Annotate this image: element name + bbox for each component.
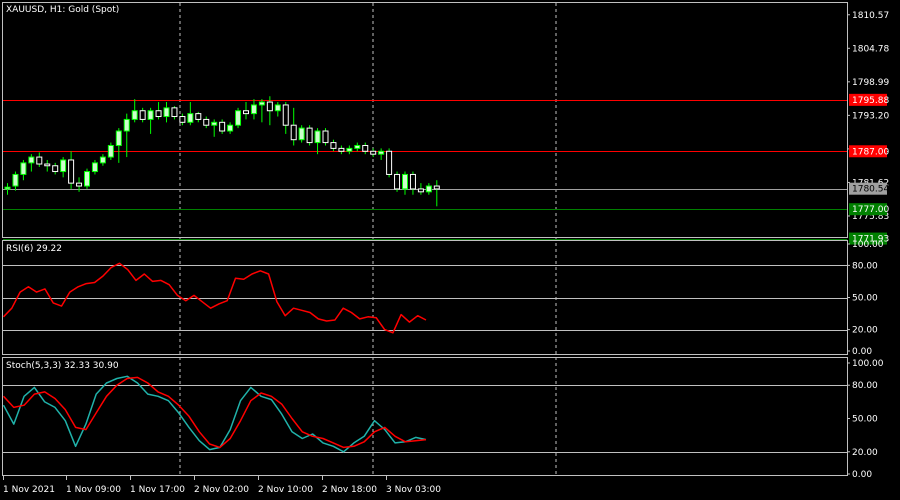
bear-candle — [282, 104, 289, 126]
bull-candle — [235, 110, 242, 126]
x-tick-label: 2 Nov 02:00 — [194, 485, 249, 495]
bear-candle — [290, 124, 297, 141]
bull-candle — [378, 150, 385, 155]
bull-candle — [60, 159, 67, 173]
grid-layer — [3, 3, 847, 474]
bull-candle — [163, 107, 170, 118]
bear-candle — [330, 142, 337, 149]
bear-candle — [409, 173, 416, 190]
stoch-tick-label: 50.00 — [852, 415, 878, 425]
stoch-tick-label: 20.00 — [852, 448, 878, 458]
bear-candle — [36, 156, 43, 165]
bear-candle — [139, 110, 146, 120]
x-tick-label: 3 Nov 03:00 — [386, 485, 441, 495]
x-tick-label: 2 Nov 18:00 — [322, 485, 377, 495]
stoch-pane-frame — [2, 357, 848, 476]
x-tick-label: 1 Nov 2021 — [3, 485, 55, 495]
rsi-tick-label: 0.00 — [852, 347, 872, 357]
bear-candle — [417, 188, 424, 193]
bear-candle — [52, 165, 59, 173]
bear-candle — [266, 101, 273, 112]
bull-candle — [354, 144, 361, 149]
bull-candle — [274, 104, 281, 112]
price-chart-title: XAUUSD, H1: Gold (Spot) — [6, 5, 119, 15]
rsi-tick-label: 80.00 — [852, 261, 878, 271]
bear-candle — [433, 185, 440, 190]
bear-candle — [394, 173, 401, 190]
stoch-tick-label: 0.00 — [852, 470, 872, 480]
price-level-label: 1777.00 — [852, 205, 889, 215]
price-level-label: 1795.88 — [852, 96, 889, 106]
bull-candle — [107, 144, 114, 158]
rsi-tick-label: 20.00 — [852, 326, 878, 336]
bear-candle — [386, 150, 393, 175]
price-level-label: 1787.00 — [852, 147, 889, 157]
bear-candle — [306, 127, 313, 144]
stoch-main-line — [2, 375, 427, 453]
stoch-tick-label: 80.00 — [852, 381, 878, 391]
price-tick-label: 1804.78 — [852, 44, 889, 54]
y-axis-labels: 1810.571804.781798.991793.201787.411781.… — [847, 11, 889, 480]
bear-candle — [243, 110, 249, 115]
rsi-title: RSI(6) 29.22 — [6, 244, 62, 254]
bull-candle — [4, 186, 11, 190]
x-tick-label: 1 Nov 09:00 — [66, 485, 121, 495]
stoch-tick-label: 100.00 — [852, 359, 884, 369]
bull-candle — [131, 110, 138, 120]
rsi-tick-label: 100.00 — [852, 240, 884, 250]
bear-candle — [203, 118, 210, 126]
rsi-tick-label: 50.00 — [852, 294, 878, 304]
bear-candle — [370, 150, 377, 155]
bull-candle — [91, 162, 98, 173]
bull-candle — [20, 162, 27, 175]
bear-candle — [322, 130, 329, 144]
bull-candle — [250, 104, 257, 115]
rsi-pane-frame — [2, 240, 848, 355]
bull-candle — [115, 130, 122, 146]
bull-candle — [28, 156, 35, 164]
price-tick-label: 1810.57 — [852, 11, 889, 21]
bull-candle — [211, 121, 218, 126]
stoch-title: Stoch(5,3,3) 32.33 30.90 — [6, 361, 119, 371]
bull-candle — [425, 185, 432, 193]
bull-candle — [258, 101, 265, 106]
bull-candle — [402, 173, 408, 190]
price-tick-label: 1793.20 — [852, 111, 889, 121]
bear-candle — [362, 144, 369, 152]
bear-candle — [68, 159, 75, 184]
bull-candle — [123, 118, 130, 132]
bull-candle — [187, 113, 194, 123]
bull-candle — [298, 127, 305, 141]
bull-candle — [12, 173, 19, 187]
x-tick-label: 2 Nov 10:00 — [258, 485, 313, 495]
x-tick-label: 1 Nov 17:00 — [130, 485, 185, 495]
bear-candle — [195, 113, 202, 120]
bull-candle — [99, 156, 106, 164]
bear-candle — [219, 121, 226, 132]
bear-candle — [179, 116, 186, 123]
bull-candle — [227, 124, 234, 132]
bull-candle — [346, 147, 353, 152]
bull-candle — [84, 171, 90, 187]
price-level-label: 1780.54 — [852, 185, 889, 195]
price-tick-label: 1798.99 — [852, 78, 889, 88]
bear-candle — [338, 147, 345, 152]
bull-candle — [147, 110, 154, 120]
bull-candle — [314, 130, 321, 144]
bear-candle — [44, 163, 51, 167]
bear-candle — [155, 110, 162, 118]
trading-chart: 1810.571804.781798.991793.201787.411781.… — [2, 2, 889, 495]
bear-candle — [171, 107, 178, 118]
x-axis-labels: 1 Nov 2021 1 Nov 09:00 1 Nov 17:00 2 Nov 02… — [3, 475, 441, 495]
bear-candle — [76, 182, 83, 187]
